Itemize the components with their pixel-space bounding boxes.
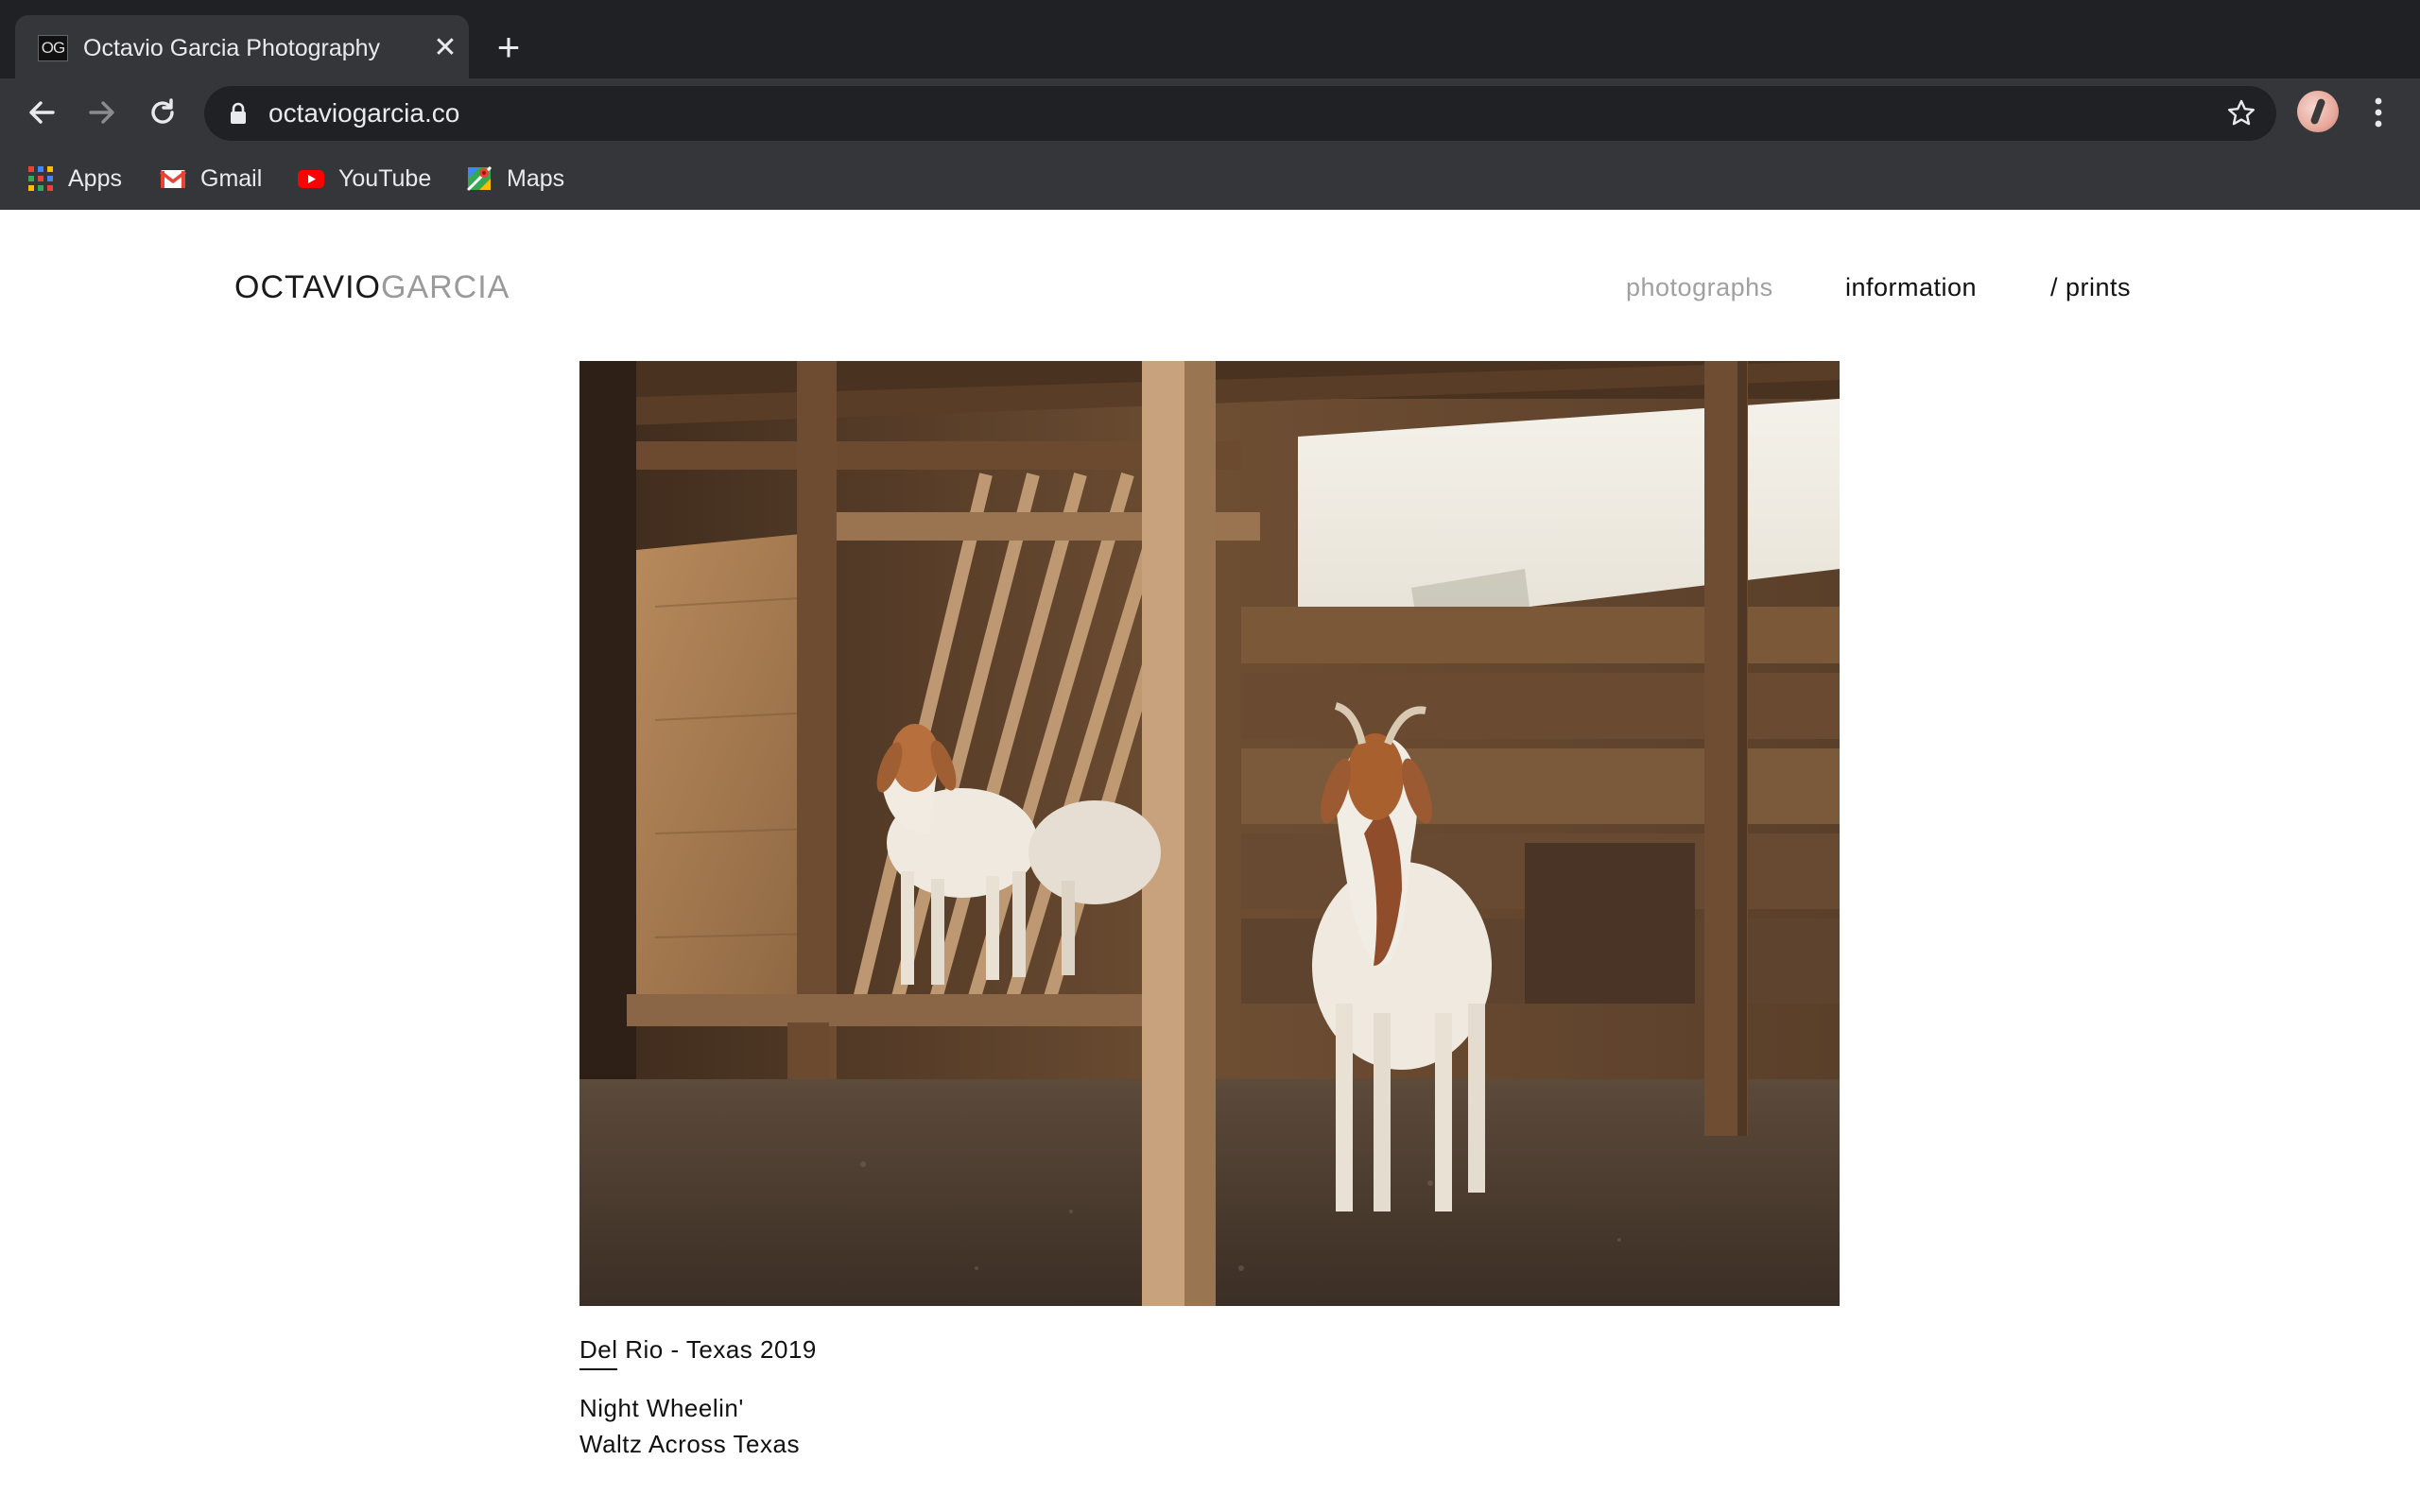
browser-chrome: OG Octavio Garcia Photography ✕ + octavi… — [0, 0, 2420, 210]
featured-photograph — [579, 361, 1840, 1306]
profile-avatar[interactable] — [2297, 91, 2339, 132]
web-page: OCTAVIOGARCIA photographs information / … — [0, 210, 2420, 1512]
close-tab-icon[interactable]: ✕ — [429, 32, 461, 64]
address-bar[interactable]: octaviogarcia.co — [204, 86, 2276, 141]
tab-strip: OG Octavio Garcia Photography ✕ + — [0, 0, 2420, 78]
nav-prints[interactable]: / prints — [2050, 270, 2131, 304]
bookmarks-bar: Apps Gmail YouTube Maps — [0, 146, 2420, 210]
bookmark-label: Maps — [507, 165, 565, 192]
menu-kebab-icon[interactable] — [2360, 92, 2397, 133]
apps-grid-icon — [28, 166, 53, 191]
bookmark-label: YouTube — [338, 165, 432, 192]
tab-active[interactable]: OG Octavio Garcia Photography ✕ — [15, 15, 469, 78]
caption-line: Waltz Across Texas — [579, 1430, 800, 1458]
goat-barn-photo — [579, 361, 1840, 1306]
lock-icon — [231, 102, 246, 124]
bookmark-label: Apps — [68, 165, 122, 192]
maps-icon — [466, 165, 493, 192]
back-icon[interactable] — [21, 92, 62, 133]
logo-second: GARCIA — [380, 269, 510, 305]
url-text: octaviogarcia.co — [268, 98, 460, 128]
bookmark-apps[interactable]: Apps — [26, 162, 122, 196]
photo-location: Del Rio - Texas 2019 — [579, 1335, 817, 1364]
site-logo[interactable]: OCTAVIOGARCIA — [234, 268, 510, 306]
bookmark-star-icon[interactable] — [2225, 97, 2257, 129]
tab-title: Octavio Garcia Photography — [83, 35, 381, 61]
bookmark-maps[interactable]: Maps — [465, 162, 564, 196]
caption-divider — [579, 1368, 617, 1370]
nav-information[interactable]: information — [1845, 270, 1977, 304]
forward-icon[interactable] — [81, 92, 123, 133]
caption-line: Night Wheelin' — [579, 1394, 744, 1422]
reload-icon[interactable] — [142, 92, 183, 133]
browser-toolbar: octaviogarcia.co — [0, 78, 2420, 146]
bookmark-gmail[interactable]: Gmail — [159, 162, 262, 196]
logo-first: OCTAVIO — [234, 269, 381, 305]
site-favicon-icon: OG — [38, 35, 68, 61]
youtube-icon — [298, 170, 324, 188]
nav-photographs[interactable]: photographs — [1626, 270, 1773, 304]
bookmark-youtube[interactable]: YouTube — [297, 162, 431, 196]
new-tab-icon[interactable]: + — [490, 27, 527, 67]
gmail-icon — [159, 170, 187, 188]
bookmark-label: Gmail — [200, 165, 263, 192]
